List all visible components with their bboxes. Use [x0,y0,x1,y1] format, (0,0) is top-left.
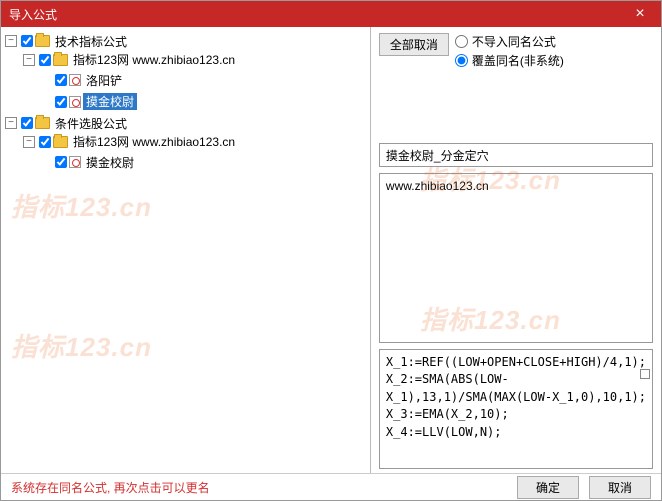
tree-checkbox[interactable] [55,74,67,86]
tree-label[interactable]: 条件选股公式 [52,115,130,132]
formula-icon [69,96,81,108]
collapse-icon[interactable]: − [5,35,17,47]
detail-panel: 指标123.cn 指标123.cn 全部取消 不导入同名公式 覆盖同名(非系统)… [371,27,661,473]
collapse-icon[interactable]: − [5,117,17,129]
close-button[interactable]: × [619,1,661,27]
collapse-icon[interactable]: − [23,54,35,66]
radio-label: 覆盖同名(非系统) [472,52,564,69]
status-text: 系统存在同名公式, 再次点击可以更名 [11,479,210,496]
radio-skip-same[interactable]: 不导入同名公式 [455,33,564,50]
collapse-icon[interactable]: − [23,136,35,148]
formula-icon [69,74,81,86]
options-row: 全部取消 不导入同名公式 覆盖同名(非系统) [379,33,653,69]
tree-checkbox[interactable] [39,136,51,148]
radio-input[interactable] [455,35,468,48]
folder-icon [35,117,50,129]
radio-label: 不导入同名公式 [472,33,556,50]
formula-icon [69,156,81,168]
formula-name-box: 摸金校尉_分金定穴 [379,143,653,167]
tree-checkbox[interactable] [39,54,51,66]
expand-icon[interactable] [640,369,650,379]
tree-label[interactable]: 指标123网 www.zhibiao123.cn [70,133,238,150]
import-mode-radios: 不导入同名公式 覆盖同名(非系统) [455,33,564,69]
tree-label[interactable]: 指标123网 www.zhibiao123.cn [70,51,238,68]
formula-tree: − 技术指标公式 − 指标123网 www.zhibiao123.cn [3,31,368,174]
tree-label[interactable]: 洛阳铲 [83,72,125,89]
tree-label[interactable]: 摸金校尉 [83,154,137,171]
folder-icon [53,54,68,66]
deselect-all-button[interactable]: 全部取消 [379,33,449,56]
tree-label[interactable]: 技术指标公式 [52,33,130,50]
tree-checkbox[interactable] [55,96,67,108]
window-title: 导入公式 [9,6,57,23]
formula-code-box: X_1:=REF((LOW+OPEN+CLOSE+HIGH)/4,1); X_2… [379,349,653,469]
tree-panel: 指标123.cn 指标123.cn 指标123.cn − 技术指标公式 − [1,27,371,473]
ok-button[interactable]: 确定 [517,476,579,499]
title-bar: 导入公式 × [1,1,661,27]
code-wrap: X_1:=REF((LOW+OPEN+CLOSE+HIGH)/4,1); X_2… [379,349,653,469]
close-icon: × [635,5,644,23]
tree-label-selected[interactable]: 摸金校尉 [83,93,137,110]
watermark: 指标123.cn [11,327,152,364]
cancel-button[interactable]: 取消 [589,476,651,499]
tree-checkbox[interactable] [55,156,67,168]
radio-overwrite[interactable]: 覆盖同名(非系统) [455,52,564,69]
formula-desc-box: www.zhibiao123.cn [379,173,653,343]
watermark: 指标123.cn [11,187,152,224]
radio-input[interactable] [455,54,468,67]
tree-checkbox[interactable] [21,35,33,47]
content-area: 指标123.cn 指标123.cn 指标123.cn − 技术指标公式 − [1,27,661,473]
footer: 系统存在同名公式, 再次点击可以更名 确定 取消 [1,473,661,501]
folder-icon [35,35,50,47]
watermark: 指标123.cn [21,467,162,473]
tree-checkbox[interactable] [21,117,33,129]
footer-buttons: 确定 取消 [517,476,651,499]
folder-icon [53,136,68,148]
